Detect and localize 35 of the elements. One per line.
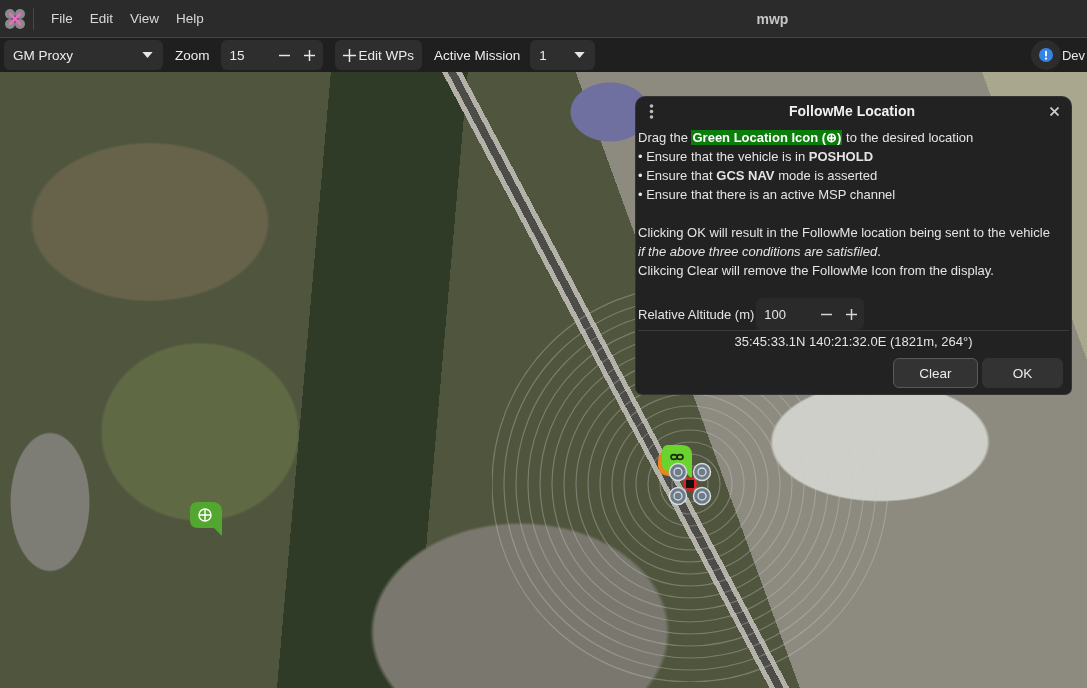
close-icon — [1050, 106, 1059, 116]
note-text: Clicking OK will result in the FollowMe location being sent to the vehicle if the above three conditions are satisfiled. — [638, 224, 1051, 261]
zoom-field[interactable]: 15 — [220, 47, 273, 63]
dialog-title: FollowMe Location — [789, 103, 915, 119]
active-mission-label: Active Mission — [434, 47, 521, 63]
requirement-item: • Ensure that there is an active MSP channel — [638, 186, 897, 204]
plus-icon — [304, 49, 316, 61]
requirement-item: • Ensure that the vehicle is in POSHOLD — [638, 148, 875, 166]
map-source-dropdown[interactable]: GM Proxy — [4, 40, 163, 70]
window-title: mwp — [756, 10, 789, 27]
menu-item[interactable]: File — [44, 7, 80, 30]
altitude-field[interactable]: 100 — [756, 306, 815, 322]
instruction-text: Drag the Green Location Icon (⊕) to the desired location — [638, 129, 975, 147]
app-logo-icon — [4, 7, 26, 30]
caret-icon — [574, 52, 586, 58]
position-text: 35:45:33.1N 140:21:32.0E (1821m, 264°) — [733, 333, 974, 351]
edit-waypoints-button[interactable]: Edit WPs — [334, 40, 423, 70]
requirement-item: • Ensure that GCS NAV mode is asserted — [638, 167, 879, 185]
altitude-label: Relative Altitude (m) — [638, 306, 755, 322]
menu-item[interactable]: Help — [169, 7, 211, 30]
mission-dropdown[interactable]: 1 — [530, 40, 596, 70]
plus-icon — [342, 48, 356, 62]
location-marker-icon[interactable] — [190, 502, 222, 536]
status-text: Dev — [1061, 47, 1085, 63]
menu-item[interactable]: Edit — [82, 7, 121, 30]
ok-button[interactable]: OK — [982, 358, 1063, 388]
plus-icon — [846, 308, 858, 320]
quadcopter-icon — [667, 462, 713, 506]
info-icon[interactable] — [1030, 40, 1061, 70]
kebab-menu-icon — [649, 103, 654, 119]
note-text: Clikcing Clear will remove the FollowMe Icon from the display. — [638, 262, 995, 280]
caret-icon — [142, 52, 153, 58]
menu-item[interactable]: View — [123, 7, 167, 30]
clear-button[interactable]: Clear — [893, 358, 978, 388]
zoom-label: Zoom — [175, 47, 210, 63]
